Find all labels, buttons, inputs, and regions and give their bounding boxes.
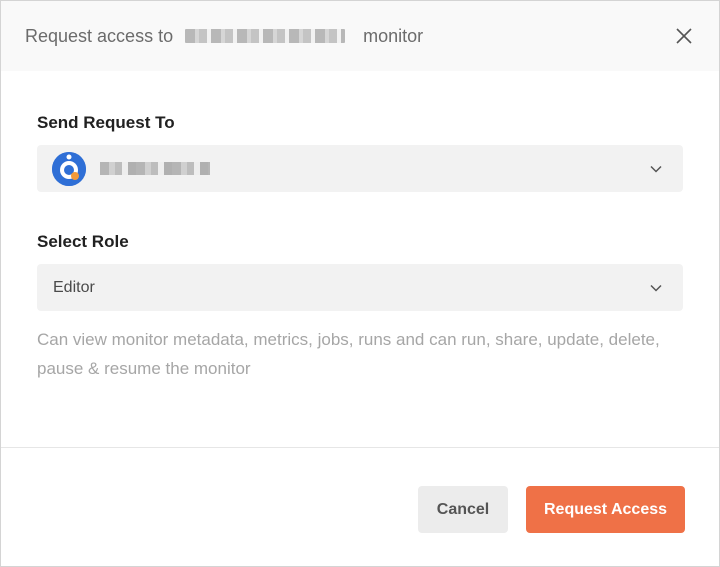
request-access-button[interactable]: Request Access [526, 486, 685, 533]
dialog-body: Send Request To Select Role Editor Can v… [1, 113, 719, 383]
request-access-dialog: Request access to monitor Send Request T… [0, 0, 720, 567]
close-icon[interactable] [675, 27, 693, 45]
role-select[interactable]: Editor [37, 264, 683, 311]
footer-divider [1, 447, 719, 448]
title-suffix: monitor [363, 25, 424, 46]
redacted-recipient-name [100, 162, 210, 175]
role-selected-value: Editor [53, 278, 95, 296]
chevron-down-icon [650, 165, 662, 173]
role-description: Can view monitor metadata, metrics, jobs… [37, 330, 660, 378]
redacted-monitor-name [185, 29, 346, 43]
dialog-header: Request access to monitor [1, 1, 719, 71]
title-prefix: Request access to [25, 25, 174, 46]
select-role-label: Select Role [37, 232, 129, 251]
send-request-select[interactable] [37, 145, 683, 192]
team-avatar-icon [52, 151, 86, 186]
dialog-title: Request access to monitor [25, 26, 423, 47]
send-request-label: Send Request To [37, 113, 175, 132]
chevron-down-icon [650, 284, 662, 292]
cancel-button[interactable]: Cancel [418, 486, 508, 533]
dialog-footer: Cancel Request Access [418, 486, 685, 533]
